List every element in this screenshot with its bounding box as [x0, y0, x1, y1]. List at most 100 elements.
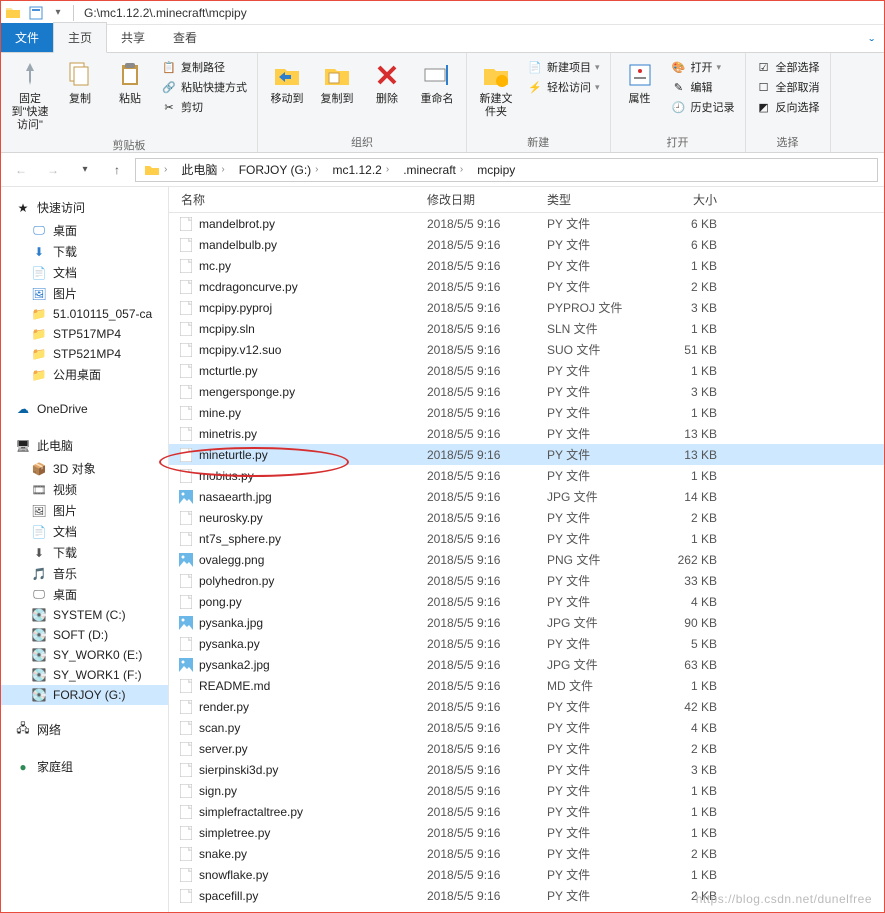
sidebar-item[interactable]: 💽SY_WORK1 (F:) [1, 665, 168, 685]
file-row[interactable]: simplefractaltree.py2018/5/5 9:16PY 文件1 … [169, 801, 884, 822]
paste-shortcut-button[interactable]: 🔗粘贴快捷方式 [161, 79, 247, 95]
sidebar-onedrive[interactable]: ☁OneDrive [1, 399, 168, 421]
file-row[interactable]: pysanka2.jpg2018/5/5 9:16JPG 文件63 KB [169, 654, 884, 675]
sidebar-item[interactable]: 💽SOFT (D:) [1, 625, 168, 645]
file-row[interactable]: spacefill.py2018/5/5 9:16PY 文件2 KB [169, 885, 884, 906]
crumb-pc[interactable]: 此电脑› [175, 159, 230, 180]
paste-button[interactable]: 粘贴 [107, 57, 153, 108]
sidebar-item[interactable]: 📁51.010115_057-ca [1, 304, 168, 324]
sidebar-item[interactable]: 🎵音乐 [1, 563, 168, 584]
delete-button[interactable]: 删除 [364, 57, 410, 108]
crumb-drive[interactable]: FORJOY (G:)› [233, 161, 325, 179]
rename-button[interactable]: 重命名 [414, 57, 460, 108]
sidebar-item[interactable]: 📁公用桌面 [1, 364, 168, 385]
col-name[interactable]: 名称 [177, 191, 427, 208]
easy-access-button[interactable]: ⚡轻松访问▾ [527, 79, 600, 95]
sidebar-homegroup[interactable]: ●家庭组 [1, 756, 168, 779]
file-row[interactable]: snake.py2018/5/5 9:16PY 文件2 KB [169, 843, 884, 864]
file-row[interactable]: pong.py2018/5/5 9:16PY 文件4 KB [169, 591, 884, 612]
edit-button[interactable]: ✎编辑 [671, 79, 735, 95]
qat-dropdown-icon[interactable]: ▾ [47, 2, 69, 24]
sidebar-item[interactable]: ⬇下载 [1, 241, 168, 262]
new-folder-button[interactable]: 新建文件夹 [473, 57, 519, 121]
sidebar-item[interactable]: 🖼图片 [1, 500, 168, 521]
file-row[interactable]: mine.py2018/5/5 9:16PY 文件1 KB [169, 402, 884, 423]
crumb-1[interactable]: mc1.12.2› [327, 161, 396, 179]
copy-button[interactable]: 复制 [57, 57, 103, 108]
sidebar-item[interactable]: 🎞视频 [1, 479, 168, 500]
file-row[interactable]: neurosky.py2018/5/5 9:16PY 文件2 KB [169, 507, 884, 528]
file-row[interactable]: pysanka.jpg2018/5/5 9:16JPG 文件90 KB [169, 612, 884, 633]
select-none-button[interactable]: ☐全部取消 [756, 79, 820, 95]
nav-back-button[interactable]: ← [7, 156, 35, 184]
sidebar-item[interactable]: 📦3D 对象 [1, 458, 168, 479]
nav-forward-button[interactable]: → [39, 156, 67, 184]
col-date[interactable]: 修改日期 [427, 191, 547, 208]
file-row[interactable]: server.py2018/5/5 9:16PY 文件2 KB [169, 738, 884, 759]
file-row[interactable]: mandelbulb.py2018/5/5 9:16PY 文件6 KB [169, 234, 884, 255]
col-type[interactable]: 类型 [547, 191, 647, 208]
col-size[interactable]: 大小 [647, 191, 737, 208]
file-row[interactable]: minetris.py2018/5/5 9:16PY 文件13 KB [169, 423, 884, 444]
sidebar-item[interactable]: ⬇下载 [1, 542, 168, 563]
properties-button[interactable]: 属性 [617, 57, 663, 108]
file-row[interactable]: mandelbrot.py2018/5/5 9:16PY 文件6 KB [169, 213, 884, 234]
copy-to-button[interactable]: 复制到 [314, 57, 360, 108]
file-row[interactable]: snowflake.py2018/5/5 9:16PY 文件1 KB [169, 864, 884, 885]
new-item-button[interactable]: 📄新建项目▾ [527, 59, 600, 75]
copy-path-button[interactable]: 📋复制路径 [161, 59, 247, 75]
file-row[interactable]: mobius.py2018/5/5 9:16PY 文件1 KB [169, 465, 884, 486]
ribbon-collapse-icon[interactable]: ˇ [859, 36, 884, 52]
sidebar-item[interactable]: 💽FORJOY (G:) [1, 685, 168, 705]
tab-file[interactable]: 文件 [1, 23, 53, 52]
file-row[interactable]: simpletree.py2018/5/5 9:16PY 文件1 KB [169, 822, 884, 843]
sidebar-item[interactable]: 🖼图片 [1, 283, 168, 304]
sidebar-item[interactable]: 📄文档 [1, 262, 168, 283]
tab-view[interactable]: 查看 [159, 23, 211, 52]
address-bar[interactable]: › 此电脑› FORJOY (G:)› mc1.12.2› .minecraft… [135, 158, 878, 182]
nav-recent-dropdown[interactable]: ▾ [71, 156, 99, 184]
tab-share[interactable]: 共享 [107, 23, 159, 52]
sidebar-item[interactable]: 📄文档 [1, 521, 168, 542]
file-row[interactable]: mc.py2018/5/5 9:16PY 文件1 KB [169, 255, 884, 276]
sidebar-item[interactable]: 💽SYSTEM (C:) [1, 605, 168, 625]
file-row[interactable]: polyhedron.py2018/5/5 9:16PY 文件33 KB [169, 570, 884, 591]
open-button[interactable]: 🎨打开▾ [671, 59, 735, 75]
file-row[interactable]: mcpipy.pyproj2018/5/5 9:16PYPROJ 文件3 KB [169, 297, 884, 318]
crumb-3[interactable]: mcpipy [471, 161, 521, 179]
sidebar-quickaccess[interactable]: ★快速访问 [1, 197, 168, 220]
file-row[interactable]: mineturtle.py2018/5/5 9:16PY 文件13 KB [169, 444, 884, 465]
file-row[interactable]: nt7s_sphere.py2018/5/5 9:16PY 文件1 KB [169, 528, 884, 549]
file-row[interactable]: mengersponge.py2018/5/5 9:16PY 文件3 KB [169, 381, 884, 402]
sidebar-thispc[interactable]: 🖥此电脑 [1, 435, 168, 458]
qat-properties-icon[interactable] [25, 2, 47, 24]
file-row[interactable]: nasaearth.jpg2018/5/5 9:16JPG 文件14 KB [169, 486, 884, 507]
pin-quickaccess-button[interactable]: 固定到"快速访问" [7, 57, 53, 135]
file-row[interactable]: render.py2018/5/5 9:16PY 文件42 KB [169, 696, 884, 717]
sidebar-item[interactable]: 📁STP521MP4 [1, 344, 168, 364]
sidebar-network[interactable]: 🖧网络 [1, 719, 168, 742]
sidebar-item[interactable]: 📁STP517MP4 [1, 324, 168, 344]
move-to-button[interactable]: 移动到 [264, 57, 310, 108]
file-row[interactable]: sierpinski3d.py2018/5/5 9:16PY 文件3 KB [169, 759, 884, 780]
file-row[interactable]: ovalegg.png2018/5/5 9:16PNG 文件262 KB [169, 549, 884, 570]
file-row[interactable]: mcpipy.sln2018/5/5 9:16SLN 文件1 KB [169, 318, 884, 339]
history-button[interactable]: 🕘历史记录 [671, 99, 735, 115]
file-row[interactable]: mcdragoncurve.py2018/5/5 9:16PY 文件2 KB [169, 276, 884, 297]
sidebar-item[interactable]: 🖵桌面 [1, 584, 168, 605]
nav-up-button[interactable]: ↑ [103, 156, 131, 184]
tab-home[interactable]: 主页 [53, 22, 107, 53]
file-row[interactable]: mcpipy.v12.suo2018/5/5 9:16SUO 文件51 KB [169, 339, 884, 360]
select-all-button[interactable]: ☑全部选择 [756, 59, 820, 75]
file-row[interactable]: sign.py2018/5/5 9:16PY 文件1 KB [169, 780, 884, 801]
file-row[interactable]: pysanka.py2018/5/5 9:16PY 文件5 KB [169, 633, 884, 654]
invert-select-button[interactable]: ◩反向选择 [756, 99, 820, 115]
crumb-2[interactable]: .minecraft› [397, 161, 469, 179]
cut-button[interactable]: ✂剪切 [161, 99, 247, 115]
sidebar-item[interactable]: 💽SY_WORK0 (E:) [1, 645, 168, 665]
file-row[interactable]: mcturtle.py2018/5/5 9:16PY 文件1 KB [169, 360, 884, 381]
file-row[interactable]: scan.py2018/5/5 9:16PY 文件4 KB [169, 717, 884, 738]
crumb-root-icon[interactable]: › [138, 160, 173, 180]
file-row[interactable]: README.md2018/5/5 9:16MD 文件1 KB [169, 675, 884, 696]
sidebar-item[interactable]: 🖵桌面 [1, 220, 168, 241]
